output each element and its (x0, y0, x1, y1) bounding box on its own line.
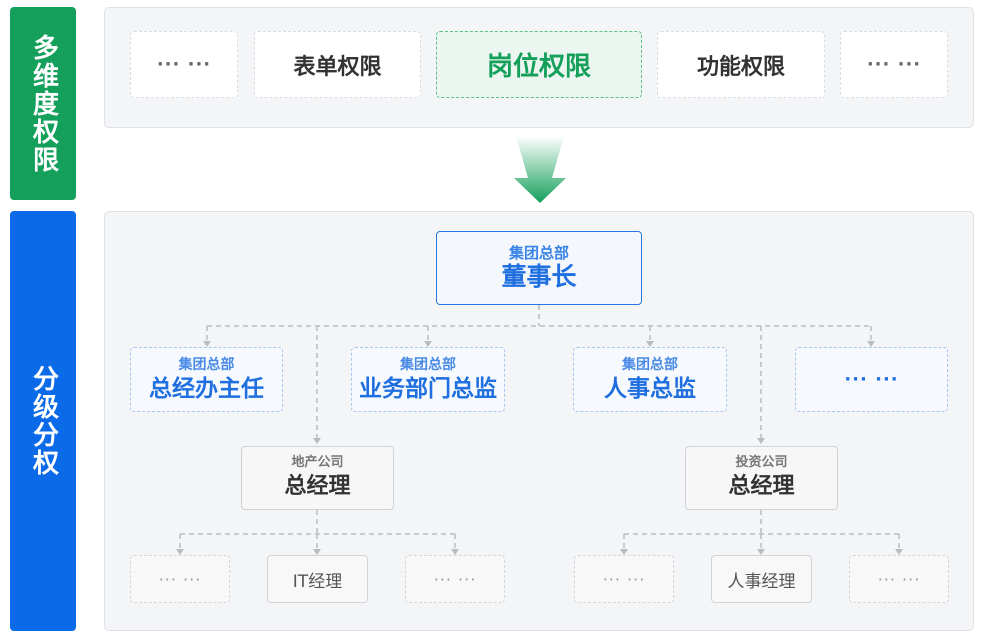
org-leaf-more[interactable]: ··· ··· (405, 555, 505, 603)
tab-more-right[interactable]: ··· ··· (840, 31, 948, 98)
org-node-chairman[interactable]: 集团总部 董事长 (436, 231, 642, 305)
org-node-unit: 投资公司 (735, 455, 788, 470)
org-node-role: 总经理 (728, 474, 795, 499)
org-node-role: 总经理 (284, 474, 351, 499)
tab-function-permission[interactable]: 功能权限 (657, 31, 825, 98)
org-leaf-more[interactable]: ··· ··· (130, 555, 230, 603)
org-leaf-it-manager[interactable]: IT经理 (267, 555, 368, 603)
org-node-role: 业务部门总监 (359, 375, 497, 402)
org-node-investment-gm[interactable]: 投资公司 总经理 (685, 446, 838, 510)
tab-more-left[interactable]: ··· ··· (130, 31, 238, 98)
multi-dimension-permission-label: 多维度权限 (10, 7, 76, 200)
org-node-realestate-gm[interactable]: 地产公司 总经理 (241, 446, 394, 510)
org-leaf-more[interactable]: ··· ··· (574, 555, 674, 603)
org-leaf-hr-manager[interactable]: 人事经理 (711, 555, 812, 603)
org-node-general-office-director[interactable]: 集团总部 总经办主任 (130, 347, 283, 412)
org-node-unit: 集团总部 (622, 356, 678, 373)
org-node-role: 董事长 (501, 262, 577, 291)
tab-form-permission[interactable]: 表单权限 (254, 31, 421, 98)
tab-position-permission[interactable]: 岗位权限 (436, 31, 642, 98)
org-node-unit: 集团总部 (508, 244, 569, 262)
org-node-hr-director[interactable]: 集团总部 人事总监 (573, 347, 727, 412)
org-node-unit: 集团总部 (400, 356, 456, 373)
org-leaf-more[interactable]: ··· ··· (849, 555, 949, 603)
org-node-role: ··· ··· (844, 368, 899, 390)
org-node-more[interactable]: ··· ··· (795, 347, 948, 412)
org-node-unit: 地产公司 (291, 455, 344, 470)
org-node-role: 人事总监 (604, 375, 696, 402)
org-node-business-director[interactable]: 集团总部 业务部门总监 (351, 347, 505, 412)
org-node-role: 总经办主任 (149, 375, 264, 402)
down-arrow-icon (514, 136, 566, 203)
hierarchical-authorization-label: 分级分权 (10, 211, 76, 631)
org-node-unit: 集团总部 (178, 356, 235, 373)
